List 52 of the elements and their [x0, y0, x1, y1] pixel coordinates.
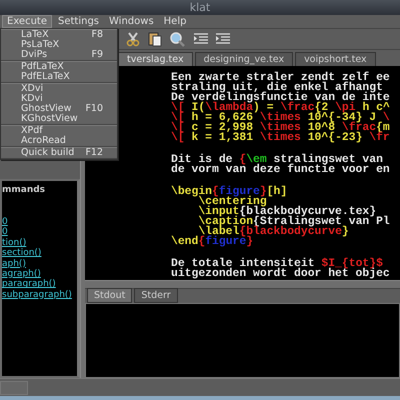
- menu-option[interactable]: KGhostView: [1, 114, 117, 124]
- menu-option[interactable]: AcroRead: [1, 136, 117, 146]
- menu-option[interactable]: XDvi: [1, 84, 117, 94]
- code-line: Een zwarte straler zendt zelf ee: [171, 73, 390, 83]
- splitter-handle[interactable]: [85, 280, 400, 289]
- code-line: De verdelingsfunctie van de inte: [171, 93, 390, 103]
- code-editor[interactable]: [85, 66, 400, 280]
- menu-option[interactable]: PdfLaTeX: [1, 62, 117, 72]
- code-line: \caption{Stralingswet van Pl: [197, 217, 390, 227]
- clipboard-icon[interactable]: [147, 31, 163, 47]
- output-tab[interactable]: Stderr: [134, 288, 178, 303]
- menu-item[interactable]: Windows: [105, 15, 158, 28]
- code-line: \end{figure}: [171, 237, 254, 247]
- structure-link[interactable]: agraph(): [2, 269, 41, 280]
- search-icon[interactable]: [169, 31, 187, 47]
- code-line: de vorm van deze functie voor en: [171, 165, 390, 175]
- menu-option[interactable]: GhostView F10: [1, 104, 117, 114]
- menu-option[interactable]: LaTeX F8: [1, 30, 117, 40]
- menu-option[interactable]: KDvi: [1, 94, 117, 104]
- menu-option[interactable]: Quick build F12: [1, 148, 117, 158]
- code-line: \label{blackbodycurve}: [198, 227, 349, 237]
- panel-heading: mmands: [2, 185, 46, 195]
- menu-item[interactable]: Execute: [2, 15, 52, 28]
- structure-link[interactable]: subparagraph(): [2, 290, 72, 300]
- code-line: \[ k = 1,381 \times 10^{-23} \fr: [171, 133, 390, 143]
- file-tab[interactable]: voipshort.tex: [295, 52, 376, 66]
- code-line: uitgezonden wordt door het objec: [171, 269, 390, 279]
- code-line: \begin{figure}[h]: [171, 187, 288, 197]
- code-line: De totale intensiteit $I_{tot}$: [171, 259, 383, 269]
- menu-option[interactable]: XPdf: [1, 126, 117, 136]
- code-line: \input{blackbodycurve.tex}: [197, 207, 376, 217]
- structure-link[interactable]: aph(): [2, 258, 26, 270]
- structure-link[interactable]: 0: [2, 217, 8, 228]
- code-line: Dit is de {\em stralingswet van: [171, 155, 383, 165]
- structure-link[interactable]: paragraph(): [2, 279, 56, 290]
- menu-option[interactable]: DviPs F9: [1, 50, 117, 60]
- file-tab[interactable]: designing_ve.tex: [194, 52, 294, 66]
- menu-item[interactable]: Settings: [54, 15, 104, 28]
- indent-icon[interactable]: [215, 33, 231, 45]
- code-line: straling uit, die enkel afhangt: [171, 83, 383, 93]
- code-line: \centering: [198, 197, 267, 207]
- scissors-icon[interactable]: [125, 31, 141, 47]
- file-tab[interactable]: tverslag.tex: [118, 52, 193, 66]
- output-tab[interactable]: Stdout: [87, 288, 132, 303]
- menu-item[interactable]: Help: [160, 15, 190, 28]
- indent-icon[interactable]: [193, 33, 209, 45]
- menu-option[interactable]: PdfELaTeX: [1, 72, 117, 82]
- menu-option[interactable]: PsLaTeX: [1, 40, 117, 50]
- window-title: klat: [0, 0, 400, 15]
- structure-link[interactable]: tion(): [2, 238, 26, 248]
- structure-link[interactable]: section(): [2, 248, 42, 259]
- structure-link[interactable]: 0: [2, 227, 8, 238]
